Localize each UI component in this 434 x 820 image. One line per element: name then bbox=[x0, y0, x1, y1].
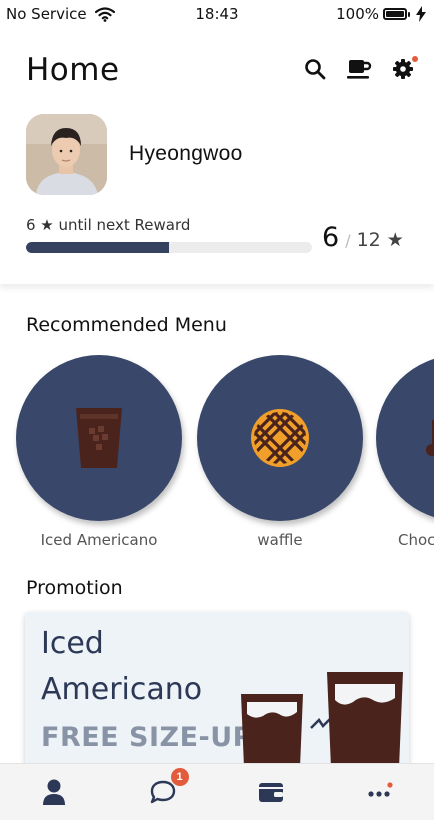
tab-wallet[interactable] bbox=[217, 764, 326, 820]
search-button[interactable] bbox=[302, 56, 328, 82]
promotion-headline-line1: Iced bbox=[41, 626, 104, 661]
profile-card: Hyeongwoo 6 ★ until next Reward 6 / 12 ★ bbox=[0, 112, 434, 284]
stars-current: 6 bbox=[322, 222, 340, 253]
order-button[interactable] bbox=[346, 56, 372, 82]
app-header: Home bbox=[26, 48, 418, 92]
messages-badge: 1 bbox=[170, 768, 189, 786]
recommended-item-image bbox=[16, 355, 182, 521]
battery-icon bbox=[383, 8, 410, 20]
battery-percent: 100% bbox=[336, 5, 379, 23]
reward-progress-bar bbox=[26, 242, 312, 253]
recommended-item-label: waffle bbox=[257, 531, 303, 549]
charging-bolt-icon bbox=[416, 6, 426, 22]
avatar[interactable] bbox=[26, 114, 107, 195]
recommended-item-label: Chocolate bbox=[398, 531, 434, 549]
star-count: 6 / 12 ★ bbox=[322, 222, 404, 253]
iced-coffee-icon bbox=[76, 408, 122, 468]
recommended-item-image bbox=[197, 355, 363, 521]
tab-profile[interactable] bbox=[0, 764, 109, 820]
bottom-tab-bar: 1 bbox=[0, 763, 434, 820]
reward-progress-label: 6 ★ until next Reward bbox=[26, 216, 191, 234]
header-actions bbox=[302, 56, 418, 82]
wallet-icon bbox=[259, 783, 284, 802]
chocolate-drink-icon bbox=[426, 420, 434, 456]
tab-messages[interactable]: 1 bbox=[109, 764, 218, 820]
promotion-section-title: Promotion bbox=[26, 577, 123, 599]
recommended-carousel[interactable]: Iced Americano waffle Choc bbox=[0, 355, 434, 555]
stars-separator: / bbox=[345, 231, 351, 250]
person-icon bbox=[43, 779, 66, 805]
waffle-icon bbox=[251, 409, 309, 467]
recommended-item-iced-americano[interactable]: Iced Americano bbox=[16, 355, 182, 549]
recommended-section-title: Recommended Menu bbox=[26, 314, 227, 336]
user-name: Hyeongwoo bbox=[129, 142, 243, 165]
promotion-headline-line2: Americano bbox=[41, 672, 203, 707]
search-icon bbox=[305, 59, 326, 80]
avatar-photo bbox=[26, 114, 107, 195]
tab-more[interactable] bbox=[326, 764, 434, 820]
reward-progress-fill bbox=[26, 242, 169, 253]
status-bar: No Service 18:43 100% bbox=[0, 0, 434, 30]
settings-notification-dot bbox=[412, 56, 418, 62]
more-icon bbox=[368, 782, 393, 797]
coffee-cup-icon bbox=[347, 60, 372, 79]
recommended-item-waffle[interactable]: waffle bbox=[197, 355, 363, 549]
settings-button[interactable] bbox=[390, 56, 418, 82]
recommended-item-label: Iced Americano bbox=[40, 531, 158, 549]
gear-icon bbox=[393, 59, 413, 79]
battery-group: 100% bbox=[336, 5, 426, 23]
recommended-item-image bbox=[376, 355, 434, 521]
stars-max: 12 ★ bbox=[356, 229, 404, 251]
recommended-item-chocolate[interactable]: Chocolate bbox=[376, 355, 434, 549]
